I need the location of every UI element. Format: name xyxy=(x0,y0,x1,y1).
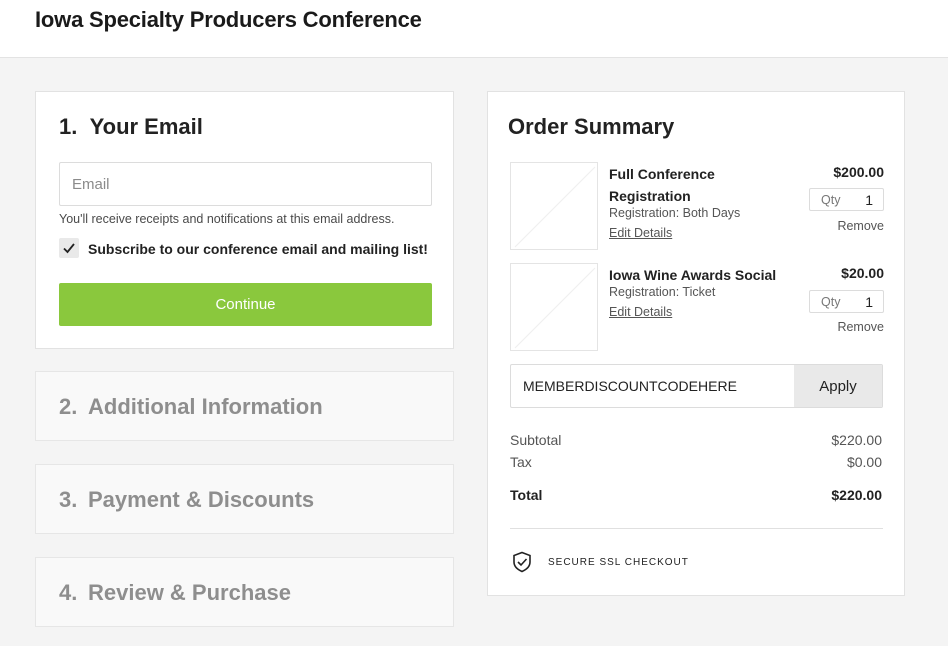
item-name: Full Conference Registration xyxy=(609,166,715,204)
step-number: 1. xyxy=(59,114,78,139)
site-title: Iowa Specialty Producers Conference xyxy=(35,7,422,32)
step-email-panel: 1. Your Email You'll receive receipts an… xyxy=(35,91,454,349)
step-email-title: 1. Your Email xyxy=(59,114,203,140)
edit-details-link[interactable]: Edit Details xyxy=(609,226,672,240)
step-label: Review & Purchase xyxy=(88,580,291,605)
qty-value: 1 xyxy=(865,294,873,310)
discount-code-input[interactable] xyxy=(511,365,795,407)
qty-value: 1 xyxy=(865,192,873,208)
step-label: Payment & Discounts xyxy=(88,487,315,512)
step-label: Your Email xyxy=(89,114,203,139)
item-detail: Registration: Both Days xyxy=(609,206,741,220)
summary-divider xyxy=(510,528,883,529)
remove-item-link[interactable]: Remove xyxy=(837,219,884,233)
subscribe-checkbox[interactable] xyxy=(59,238,79,258)
order-summary-title: Order Summary xyxy=(508,114,675,139)
tax-value: $0.00 xyxy=(846,454,882,470)
remove-item-link[interactable]: Remove xyxy=(837,320,884,334)
step-additional-information[interactable]: 2. Additional Information xyxy=(35,371,454,441)
step-payment-discounts[interactable]: 3. Payment & Discounts xyxy=(35,464,454,534)
item-name: Iowa Wine Awards Social xyxy=(609,267,777,283)
cart-item: Full Conference Registration Registratio… xyxy=(510,162,884,250)
step-label: Additional Information xyxy=(88,394,323,419)
discount-code-field: Apply xyxy=(510,364,883,408)
subtotal-value: $220.00 xyxy=(831,432,882,448)
continue-button[interactable]: Continue xyxy=(59,283,432,326)
email-input[interactable] xyxy=(59,162,432,206)
apply-discount-button[interactable]: Apply xyxy=(794,365,882,407)
quantity-input[interactable]: Qty 1 xyxy=(809,188,884,211)
step-number: 3. xyxy=(59,487,78,512)
item-price: $200.00 xyxy=(833,164,884,180)
placeholder-image-icon xyxy=(510,162,598,250)
subtotal-label: Subtotal xyxy=(510,432,562,448)
site-header: Iowa Specialty Producers Conference xyxy=(0,0,948,58)
total-label: Total xyxy=(510,487,543,503)
checkmark-icon xyxy=(63,243,75,254)
placeholder-image-icon xyxy=(510,263,598,351)
step-number: 2. xyxy=(59,394,78,419)
step-review-purchase[interactable]: 4. Review & Purchase xyxy=(35,557,454,627)
quantity-input[interactable]: Qty 1 xyxy=(809,290,884,313)
step-number: 4. xyxy=(59,580,78,605)
secure-checkout-label: SECURE SSL CHECKOUT xyxy=(548,557,689,568)
total-value: $220.00 xyxy=(831,487,882,503)
cart-item: Iowa Wine Awards Social Registration: Ti… xyxy=(510,263,884,351)
edit-details-link[interactable]: Edit Details xyxy=(609,305,672,319)
shield-check-icon xyxy=(513,551,531,573)
order-summary-panel: Order Summary Full Conference Registrati… xyxy=(487,91,905,596)
qty-label: Qty xyxy=(821,193,841,207)
subscribe-label[interactable]: Subscribe to our conference email and ma… xyxy=(88,241,428,257)
item-price: $20.00 xyxy=(841,265,884,281)
item-detail: Registration: Ticket xyxy=(609,285,716,299)
email-note: You'll receive receipts and notification… xyxy=(59,212,395,226)
qty-label: Qty xyxy=(821,295,841,309)
tax-label: Tax xyxy=(510,454,532,470)
